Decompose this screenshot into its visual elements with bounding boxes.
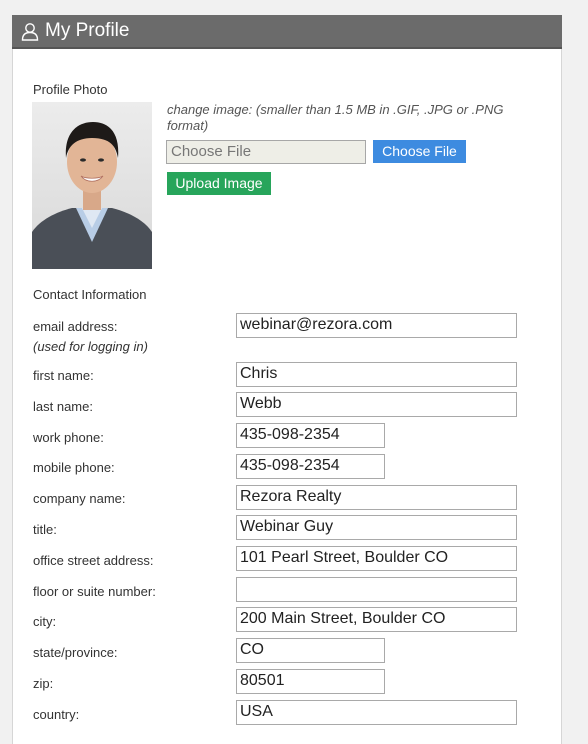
user-icon — [21, 23, 39, 41]
contact-information-label: Contact Information — [33, 287, 147, 302]
title-field[interactable]: Webinar Guy — [236, 515, 517, 540]
file-name-field[interactable]: Choose File — [166, 140, 366, 164]
country-label: country: — [33, 707, 80, 722]
first-name-label: first name: — [33, 368, 94, 383]
panel-header: My Profile — [12, 15, 562, 49]
choose-file-button[interactable]: Choose File — [373, 140, 466, 163]
state-field[interactable]: CO — [236, 638, 385, 663]
suite-number-label: floor or suite number: — [33, 584, 156, 599]
email-sublabel: (used for logging in) — [33, 339, 148, 354]
company-name-field[interactable]: Rezora Realty — [236, 485, 517, 510]
street-address-label: office street address: — [33, 553, 154, 568]
email-label: email address: (used for logging in) — [33, 319, 148, 355]
city-label: city: — [33, 614, 57, 629]
zip-field[interactable]: 80501 — [236, 669, 385, 694]
mobile-phone-field[interactable]: 435-098-2354 — [236, 454, 385, 479]
mobile-phone-label: mobile phone: — [33, 460, 115, 475]
page-title: My Profile — [45, 20, 130, 41]
work-phone-field[interactable]: 435-098-2354 — [236, 423, 385, 448]
city-field[interactable]: 200 Main Street, Boulder CO — [236, 607, 517, 632]
first-name-field[interactable]: Chris — [236, 362, 517, 387]
street-address-field[interactable]: 101 Pearl Street, Boulder CO — [236, 546, 517, 571]
state-label: state/province: — [33, 645, 118, 660]
email-field[interactable]: webinar@rezora.com — [236, 313, 517, 338]
work-phone-label: work phone: — [33, 430, 104, 445]
last-name-field[interactable]: Webb — [236, 392, 517, 417]
company-name-label: company name: — [33, 491, 126, 506]
email-label-text: email address: — [33, 319, 118, 334]
title-label: title: — [33, 522, 57, 537]
zip-label: zip: — [33, 676, 54, 691]
profile-photo — [32, 102, 152, 269]
image-size-hint: change image: (smaller than 1.5 MB in .G… — [167, 102, 504, 133]
suite-number-field[interactable] — [236, 577, 517, 602]
upload-image-button[interactable]: Upload Image — [167, 172, 271, 195]
profile-photo-label: Profile Photo — [33, 82, 108, 97]
last-name-label: last name: — [33, 399, 93, 414]
country-field[interactable]: USA — [236, 700, 517, 725]
